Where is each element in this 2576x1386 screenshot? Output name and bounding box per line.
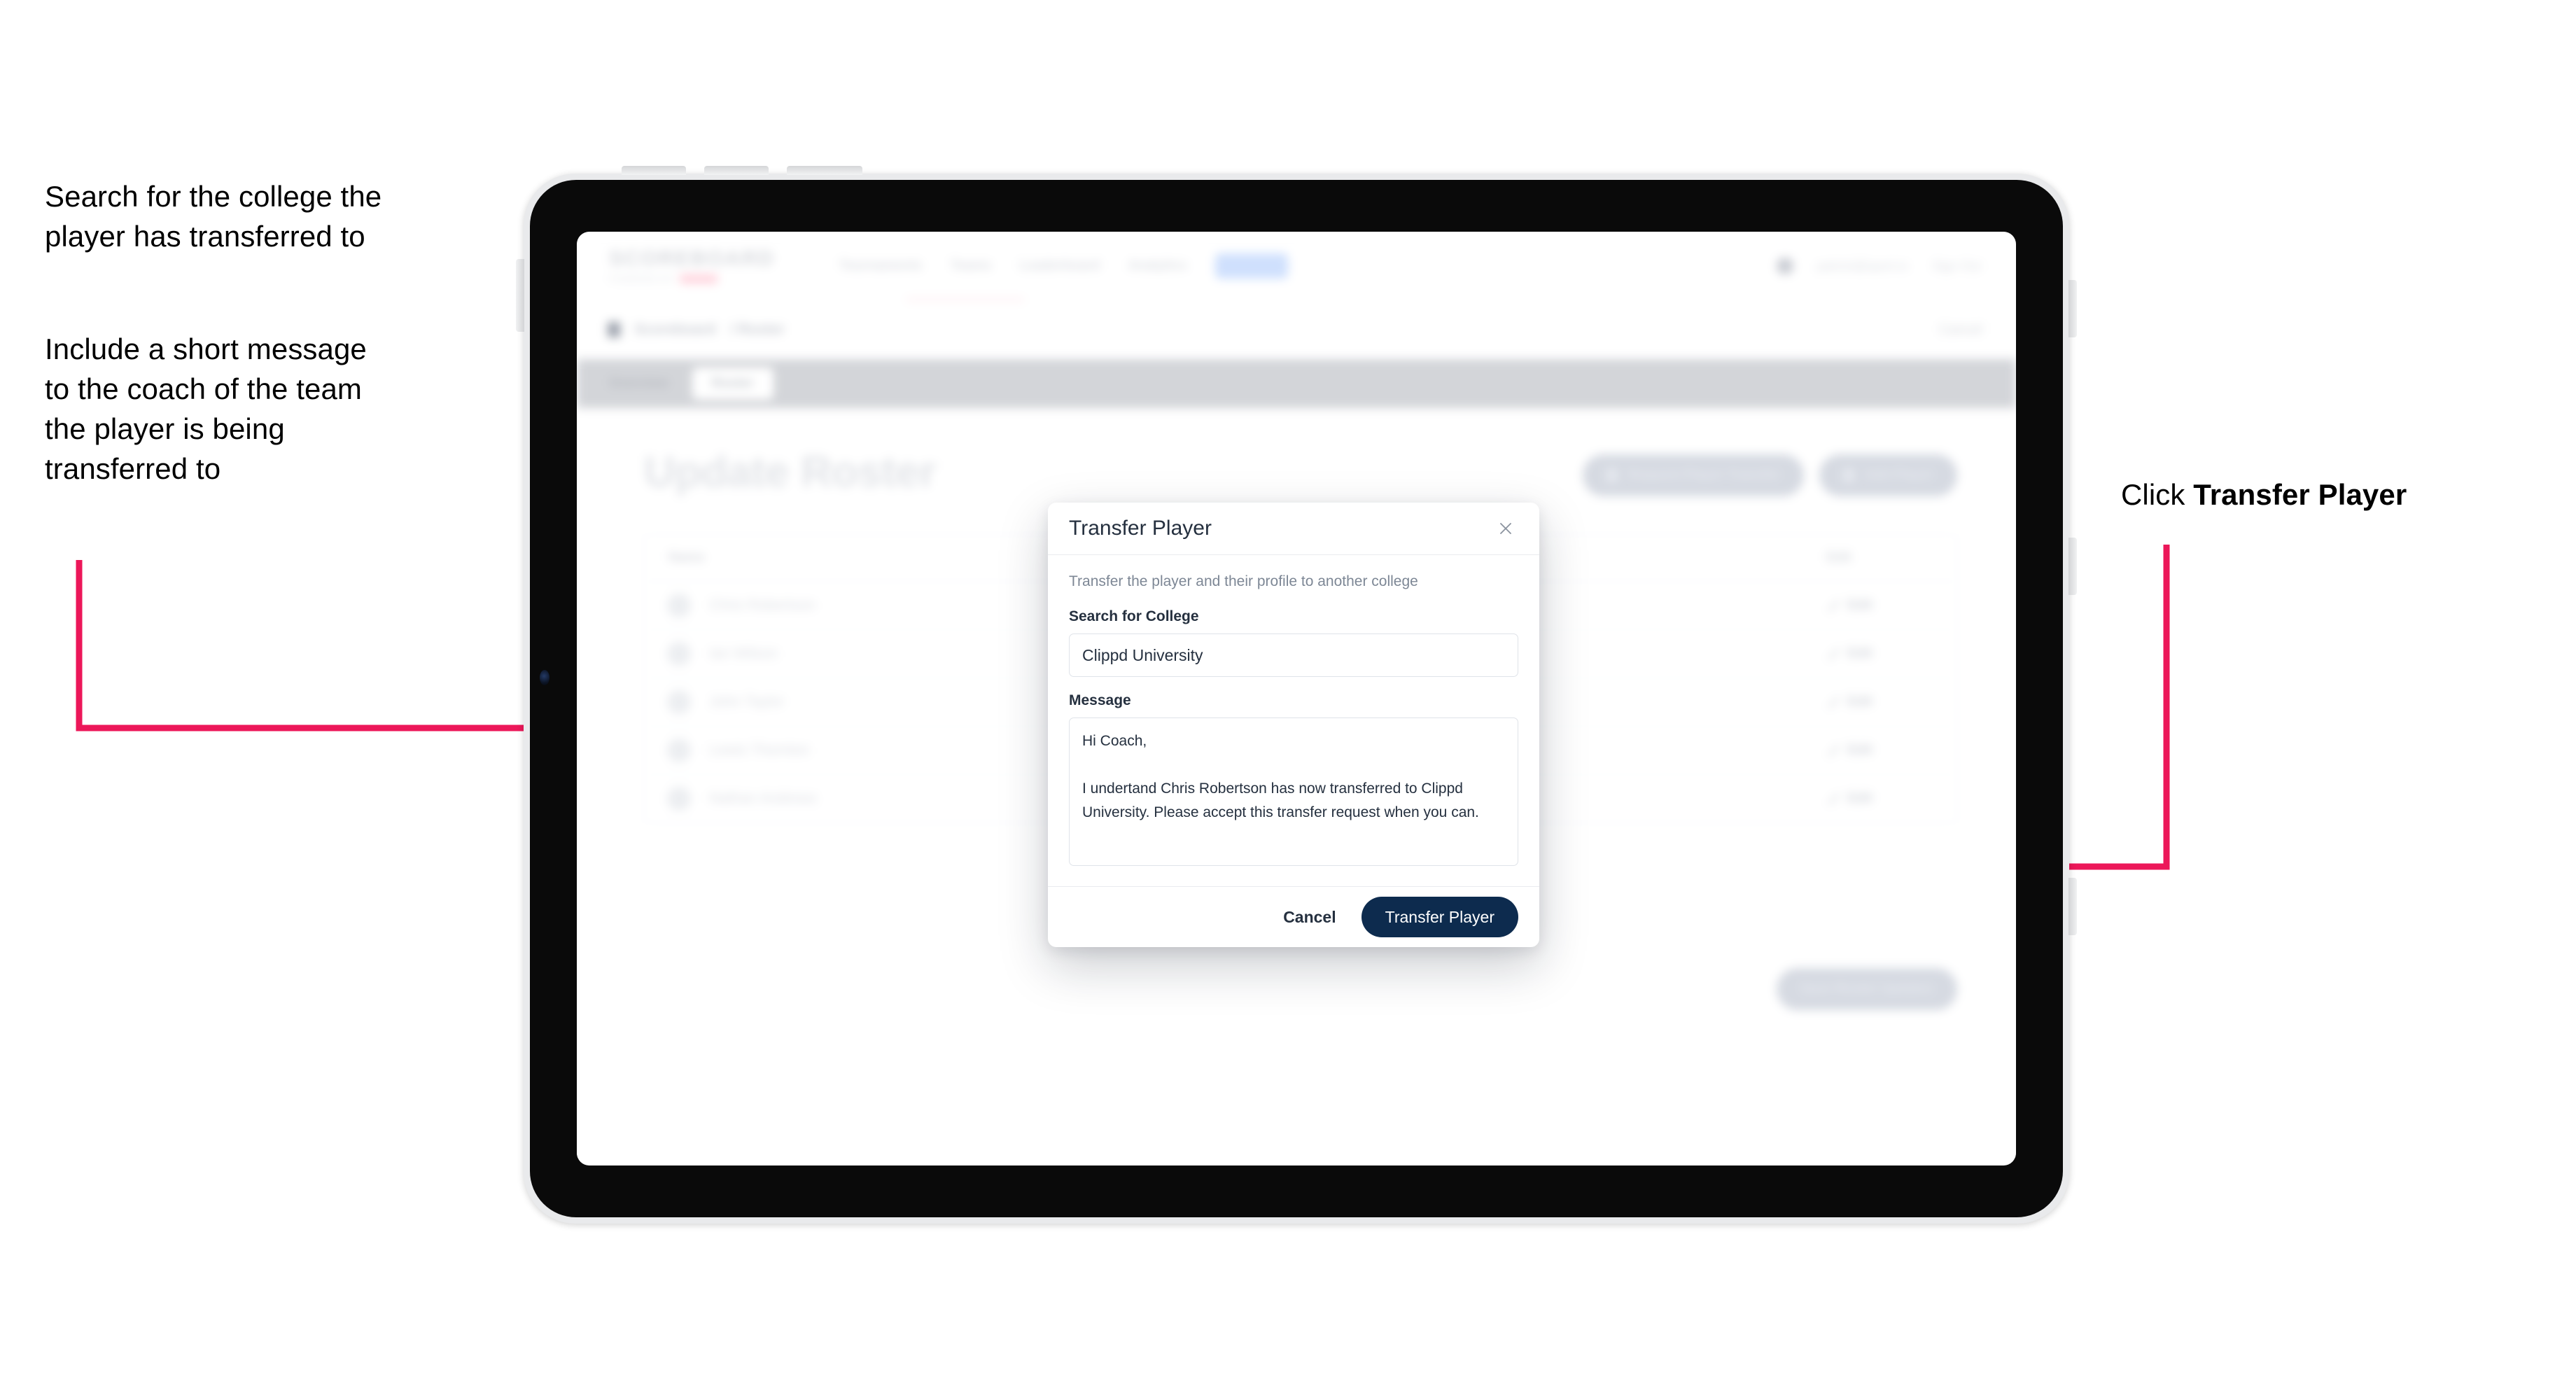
- avatar: [667, 690, 691, 714]
- player-name: Ian Wilson: [709, 645, 778, 662]
- column-header-edit: Edit: [1826, 550, 1851, 565]
- nav-right-cluster: patrick@sport.io Sign Out: [1776, 258, 1981, 274]
- save-roster-updates-label: Save Roster Updates: [1800, 981, 1933, 996]
- pencil-icon: [1827, 696, 1840, 708]
- pencil-icon: [1827, 648, 1840, 660]
- avatar: [667, 738, 691, 762]
- modal-title: Transfer Player: [1069, 517, 1212, 540]
- nav-item-roster[interactable]: Roster: [1215, 253, 1289, 279]
- annotation-search-college: Search for the college the player has tr…: [45, 180, 382, 253]
- search-college-input[interactable]: [1069, 634, 1518, 677]
- avatar: [667, 787, 691, 811]
- breadcrumb-cancel[interactable]: Cancel: [1939, 322, 1982, 338]
- app-logo[interactable]: SCOREBOARD POWERED BY clippd: [609, 248, 775, 284]
- player-name: Chris Robertson: [709, 597, 816, 613]
- edit-label: Edit: [1847, 791, 1872, 806]
- tablet-volume-button-up: [2068, 280, 2077, 337]
- annotation-include-message: Include a short message to the coach of …: [45, 332, 367, 486]
- logo-brand-badge: clippd: [680, 274, 718, 284]
- annotation-click-transfer: Click Transfer Player: [2121, 475, 2555, 514]
- logo-powered-by: POWERED BY: [609, 274, 676, 284]
- tab-roster[interactable]: Roster: [692, 368, 774, 400]
- top-navigation-bar: SCOREBOARD POWERED BY clippd Tournaments…: [577, 232, 2016, 302]
- plus-icon: [1842, 468, 1854, 482]
- logo-wordmark: SCOREBOARD: [609, 247, 775, 270]
- nav-item-leaderboard[interactable]: Leaderboard: [1019, 258, 1100, 274]
- annotation-click-prefix: Click: [2121, 478, 2194, 511]
- pencil-icon: [1827, 599, 1840, 612]
- logo-subtitle: POWERED BY clippd: [609, 274, 775, 284]
- pencil-icon: [1827, 792, 1840, 805]
- tab-overview[interactable]: Overview: [589, 368, 688, 400]
- edit-label: Edit: [1847, 646, 1872, 661]
- home-icon[interactable]: [608, 322, 620, 337]
- annotation-click-target: Transfer Player: [2193, 478, 2407, 511]
- sign-out-link[interactable]: Sign Out: [1932, 259, 1981, 274]
- search-college-label: Search for College: [1069, 608, 1199, 624]
- tablet-volume-button-down: [2068, 538, 2077, 595]
- column-header-name: Name: [668, 550, 705, 565]
- tablet-power-button: [2068, 878, 2077, 935]
- player-name: Nathan Andrews: [709, 790, 818, 806]
- save-roster-updates-button[interactable]: Save Roster Updates: [1776, 968, 1957, 1010]
- nav-items: Tournaments Teams Leaderboard Analytics …: [839, 253, 1289, 279]
- avatar[interactable]: [1776, 258, 1793, 274]
- modal-header: Transfer Player: [1048, 503, 1539, 555]
- edit-button[interactable]: Edit: [1827, 791, 1872, 806]
- request-player-transfer-label: Request Player Transfer: [1628, 468, 1780, 482]
- edit-label: Edit: [1847, 598, 1872, 612]
- pencil-icon: [1827, 744, 1840, 757]
- add-player-button[interactable]: Add Player: [1819, 454, 1957, 496]
- edit-button[interactable]: Edit: [1827, 598, 1872, 613]
- tablet-top-button-1: [622, 166, 686, 175]
- transfer-player-submit-button[interactable]: Transfer Player: [1361, 897, 1518, 937]
- nav-item-teams[interactable]: Teams: [951, 258, 992, 274]
- screenshot-stage: Search for the college the player has tr…: [0, 0, 2576, 1386]
- tab-strip: Overview Roster: [577, 359, 2016, 408]
- nav-item-tournaments[interactable]: Tournaments: [839, 258, 923, 274]
- edit-button[interactable]: Edit: [1827, 646, 1872, 662]
- message-label: Message: [1069, 692, 1131, 708]
- breadcrumb: Scoreboard / Roster Cancel: [577, 300, 2016, 360]
- breadcrumb-sub: / Roster: [729, 321, 785, 337]
- tablet-side-button: [516, 259, 524, 332]
- player-name: Lewis Thornton: [709, 742, 810, 758]
- modal-description: Transfer the player and their profile to…: [1069, 573, 1418, 589]
- close-icon[interactable]: [1493, 516, 1518, 541]
- edit-button[interactable]: Edit: [1827, 743, 1872, 758]
- edit-label: Edit: [1847, 694, 1872, 709]
- add-player-label: Add Player: [1863, 468, 1933, 482]
- avatar: [667, 594, 691, 617]
- player-name: John Taylor: [709, 694, 785, 710]
- nav-user-email: patrick@sport.io: [1816, 258, 1908, 273]
- edit-button[interactable]: Edit: [1827, 694, 1872, 710]
- edit-label: Edit: [1847, 743, 1872, 757]
- page-header-actions: Request Player Transfer Add Player: [1583, 454, 1957, 496]
- tablet-camera: [540, 670, 550, 685]
- tablet-top-button-3: [787, 166, 862, 175]
- nav-item-analytics[interactable]: Analytics: [1128, 258, 1187, 274]
- cancel-button[interactable]: Cancel: [1279, 907, 1340, 927]
- modal-body: Transfer the player and their profile to…: [1048, 555, 1539, 886]
- tablet-top-button-2: [704, 166, 769, 175]
- request-player-transfer-button[interactable]: Request Player Transfer: [1583, 454, 1804, 496]
- avatar: [667, 642, 691, 666]
- modal-footer: Cancel Transfer Player: [1048, 886, 1539, 947]
- breadcrumb-label[interactable]: Scoreboard: [634, 321, 716, 338]
- page-title: Update Roster: [644, 448, 937, 496]
- transfer-player-modal: Transfer Player Transfer the player and …: [1048, 503, 1539, 947]
- transfer-icon: [1606, 468, 1618, 482]
- message-textarea[interactable]: [1069, 718, 1518, 866]
